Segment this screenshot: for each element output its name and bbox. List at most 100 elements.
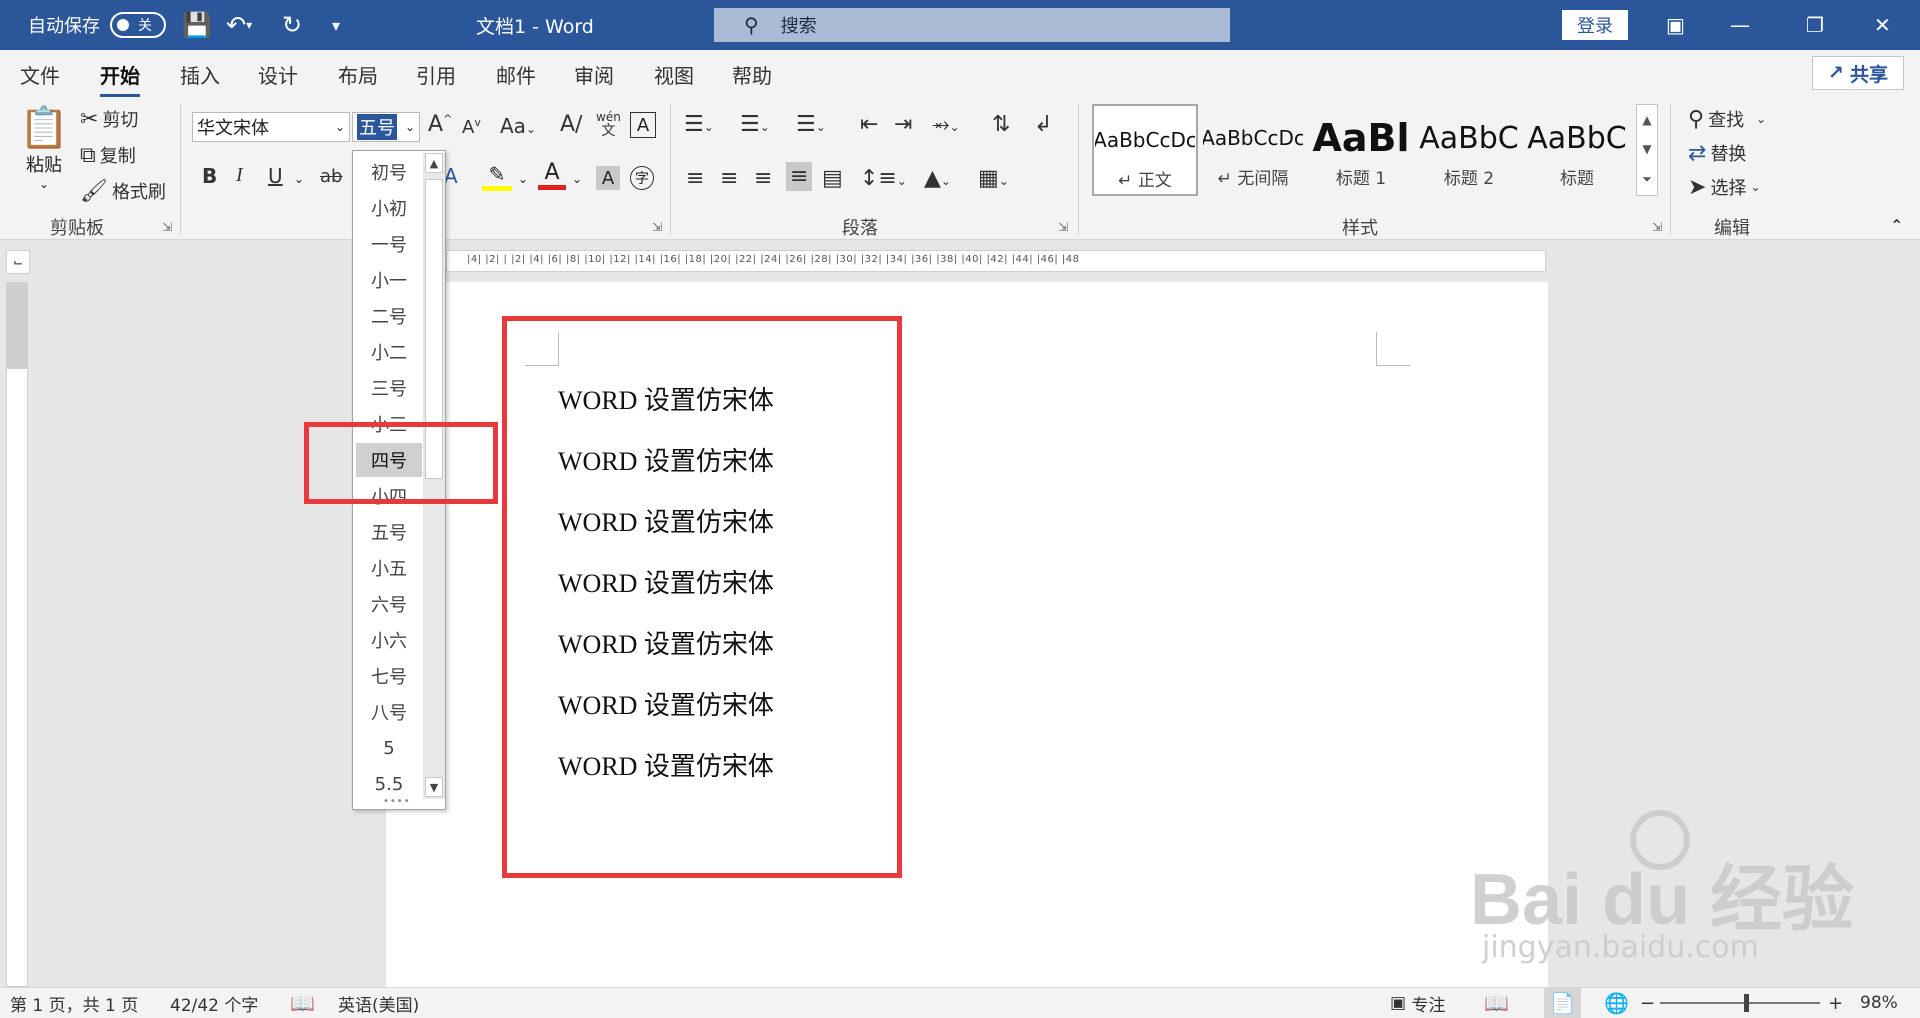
tab-selector-icon[interactable]: ⌙ [6,250,30,274]
style-title[interactable]: AaBbC 标题 [1524,104,1630,196]
enclose-characters-icon[interactable]: 字 [630,166,654,190]
print-layout-icon[interactable]: 📄 [1544,988,1581,1018]
size-option[interactable]: 小初 [356,191,422,225]
bullets-icon[interactable]: ☰⌄ [684,112,714,137]
italic-button[interactable]: I [236,164,243,187]
align-right-icon[interactable]: ≡ [754,166,772,191]
size-option[interactable]: 六号 [356,587,422,621]
show-marks-icon[interactable]: ↲ [1034,112,1052,137]
styles-launcher-icon[interactable]: ⇲ [1652,220,1662,234]
bold-button[interactable]: B [202,164,217,188]
zoom-level[interactable]: 98% [1860,988,1898,1018]
style-heading-2[interactable]: AaBbC 标题 2 [1416,104,1522,196]
share-button[interactable]: ↗ 共享 [1812,56,1904,90]
scroll-up-icon[interactable]: ▲ [425,153,443,173]
vertical-ruler[interactable] [6,282,28,987]
size-option[interactable]: 七号 [356,659,422,693]
size-option[interactable]: 小一 [356,263,422,297]
distributed-icon[interactable]: ▤ [822,166,843,191]
search-input[interactable]: ⚲ 搜索 [714,8,1230,42]
tab-help[interactable]: 帮助 [732,60,772,89]
size-option[interactable]: 5 [356,731,422,765]
size-option[interactable]: 八号 [356,695,422,729]
proofing-icon[interactable]: 📖 [290,988,315,1018]
shading-icon[interactable]: ▲⌄ [924,166,951,191]
more-icon[interactable]: ⏷ [1642,172,1652,187]
clear-formatting-icon[interactable]: A∕ [560,112,582,137]
tab-file[interactable]: 文件 [20,60,60,89]
tab-layout[interactable]: 布局 [338,60,378,89]
tab-insert[interactable]: 插入 [180,60,220,89]
align-center-icon[interactable]: ≡ [720,166,738,191]
numbering-icon[interactable]: ☰⌄ [740,112,770,137]
cut-button[interactable]: ✂ 剪切 [80,106,138,132]
chevron-up-icon[interactable]: ▲ [1642,113,1651,127]
size-option[interactable]: 小六 [356,623,422,657]
font-launcher-icon[interactable]: ⇲ [652,220,662,234]
style-heading-1[interactable]: AaBl 标题 1 [1308,104,1414,196]
sort-icon[interactable]: ⇅ [992,112,1010,137]
clipboard-launcher-icon[interactable]: ⇲ [162,220,172,234]
text-effects-icon[interactable]: A [444,164,458,188]
size-option[interactable]: 小二 [356,335,422,369]
redo-icon[interactable]: ↻ [282,0,302,50]
chevron-down-icon[interactable]: ⌄ [572,172,582,186]
style-normal[interactable]: AaBbCcDc ↵ 正文 [1092,104,1198,196]
size-option[interactable]: 二号 [356,299,422,333]
strikethrough-button[interactable]: ab [320,166,342,187]
format-painter-button[interactable]: 🖌 格式刷 [80,178,166,204]
grow-font-button[interactable]: A^ [428,112,452,137]
phonetic-guide-button[interactable]: wén 文 [596,110,621,138]
language-indicator[interactable]: 英语(美国) [338,988,419,1018]
style-no-spacing[interactable]: AaBbCcDc ↵ 无间隔 [1200,104,1306,196]
find-button[interactable]: ⚲ 查找 ⌄ [1688,106,1766,132]
size-option[interactable]: 小五 [356,551,422,585]
chevron-down-icon[interactable]: ▼ [1642,142,1651,156]
select-button[interactable]: ➤ 选择 ⌄ [1688,174,1761,200]
ribbon-display-icon[interactable]: ▣ [1666,0,1685,50]
size-option[interactable]: 初号 [356,155,422,189]
paragraph-launcher-icon[interactable]: ⇲ [1058,220,1068,234]
borders-icon[interactable]: ▦⌄ [978,166,1009,191]
highlight-color-button[interactable]: ✎ [482,162,512,191]
word-count[interactable]: 42/42 个字 [170,988,258,1018]
zoom-slider-track[interactable] [1660,1002,1820,1004]
horizontal-ruler[interactable]: |4| |2| | |2| |4| |6| |8| |10| |12| |14|… [446,250,1546,272]
page-count[interactable]: 第 1 页，共 1 页 [10,988,138,1018]
underline-button[interactable]: U [268,164,283,188]
customize-qat-icon[interactable]: ▾ [332,0,340,50]
change-case-button[interactable]: Aa⌄ [500,114,536,138]
restore-icon[interactable]: ❐ [1806,0,1824,50]
zoom-out-button[interactable]: − [1640,988,1655,1018]
justify-icon[interactable]: ≡ [786,162,813,191]
chevron-down-icon[interactable]: ⌄ [294,172,304,186]
font-name-combo[interactable]: 华文宋体 ⌄ [192,112,350,142]
tab-home[interactable]: 开始 [100,60,140,97]
copy-button[interactable]: ⧉ 复制 [80,142,136,168]
replace-button[interactable]: ⇄ 替换 [1688,140,1746,166]
paste-button[interactable]: 📋 粘贴 ⌄ [19,104,69,204]
focus-mode-button[interactable]: ▣ 专注 [1390,988,1445,1018]
tab-references[interactable]: 引用 [416,60,456,89]
increase-indent-icon[interactable]: ⇥ [894,112,912,137]
resize-grip-icon[interactable]: •••• [383,796,411,807]
tab-review[interactable]: 审阅 [574,60,614,89]
line-spacing-icon[interactable]: ↕≡⌄ [860,166,907,191]
chevron-down-icon[interactable]: ⌄ [518,172,528,186]
size-option[interactable]: 一号 [356,227,422,261]
scroll-down-icon[interactable]: ▼ [425,777,443,797]
multilevel-list-icon[interactable]: ☰⌄ [796,112,826,137]
tab-design[interactable]: 设计 [258,60,298,89]
character-shading-button[interactable]: A [596,166,620,190]
character-border-button[interactable]: A [630,112,656,138]
tab-mailings[interactable]: 邮件 [496,60,536,89]
zoom-in-button[interactable]: + [1828,988,1843,1018]
shrink-font-button[interactable]: Av [462,116,481,138]
align-left-icon[interactable]: ≡ [686,166,704,191]
autosave-toggle[interactable]: 关 [110,0,166,50]
minimize-icon[interactable]: — [1730,0,1750,50]
font-color-button[interactable]: A [538,160,566,190]
save-icon[interactable]: 💾 [182,0,212,50]
tab-view[interactable]: 视图 [654,60,694,89]
decrease-indent-icon[interactable]: ⇤ [860,112,878,137]
